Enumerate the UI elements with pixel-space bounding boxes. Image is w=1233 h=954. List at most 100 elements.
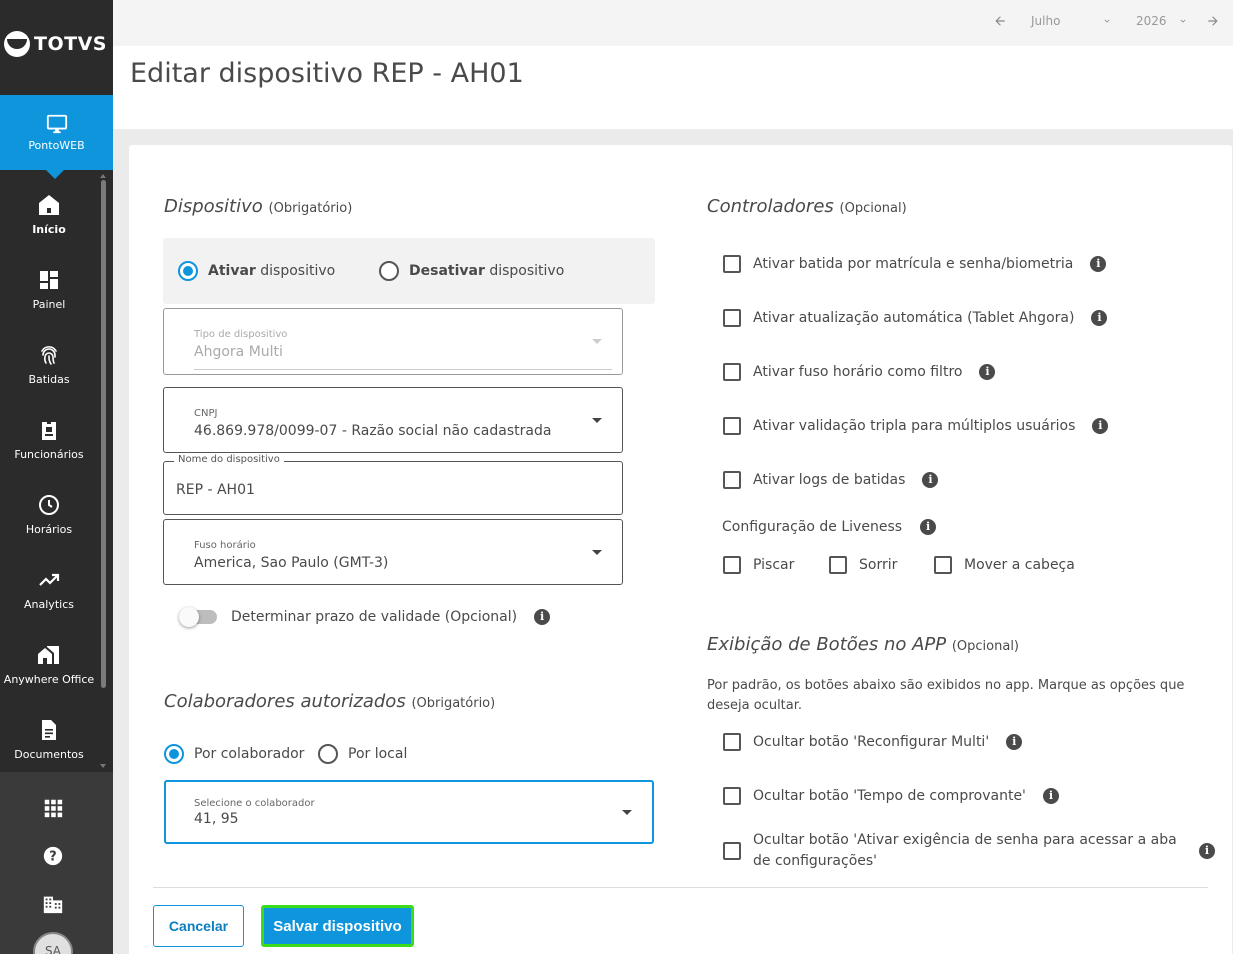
- checkbox-unchecked-icon[interactable]: [829, 556, 847, 574]
- activate-device-label: Ativar dispositivo: [208, 263, 335, 279]
- controller-option-checkbox[interactable]: Ativar validação tripla para múltiplos u…: [723, 417, 1109, 435]
- checkbox-unchecked-icon[interactable]: [723, 733, 741, 751]
- app-buttons-section-title: Exibição de Botões no APP (Opcional): [707, 634, 1019, 655]
- radio-checked-icon: [178, 261, 198, 281]
- collaborators-required-tag: (Obrigatório): [411, 696, 496, 711]
- checkbox-unchecked-icon[interactable]: [934, 556, 952, 574]
- controller-option-checkbox[interactable]: Ativar batida por matrícula e senha/biom…: [723, 255, 1107, 273]
- cancel-button[interactable]: Cancelar: [153, 905, 244, 947]
- activate-device-radio[interactable]: Ativar dispositivo: [178, 261, 335, 281]
- controllers-optional-tag: (Opcional): [839, 201, 907, 216]
- help-icon[interactable]: ?: [42, 845, 64, 867]
- save-device-button[interactable]: Salvar dispositivo: [261, 905, 414, 947]
- checkbox-unchecked-icon[interactable]: [723, 309, 741, 327]
- sidebar-item-label: Horários: [25, 523, 73, 536]
- home-work-icon: [38, 646, 59, 664]
- year-select[interactable]: 2026: [1136, 14, 1167, 28]
- caret-down-icon: [622, 810, 632, 815]
- sidebar-item-anywhere-office[interactable]: Anywhere Office: [0, 643, 98, 713]
- info-icon[interactable]: i: [1091, 310, 1108, 326]
- liveness-move-head-checkbox[interactable]: Mover a cabeça: [934, 556, 1075, 574]
- deactivate-bold: Desativar: [409, 263, 485, 279]
- hide-button-checkbox[interactable]: Ocultar botão 'Tempo de comprovante' i: [723, 787, 1059, 805]
- timezone-label: Fuso horário: [194, 540, 256, 551]
- timezone-select[interactable]: Fuso horário America, Sao Paulo (GMT-3): [163, 519, 623, 585]
- device-status-radio-group: Ativar dispositivo Desativar dispositivo: [163, 238, 655, 304]
- liveness-option-label: Mover a cabeça: [964, 557, 1075, 573]
- info-icon[interactable]: i: [534, 609, 551, 625]
- apps-grid-icon[interactable]: [42, 797, 64, 819]
- hide-button-checkbox[interactable]: Ocultar botão 'Reconfigurar Multi' i: [723, 733, 1023, 751]
- device-type-label: Tipo de dispositivo: [194, 329, 288, 340]
- sidebar-item-batidas[interactable]: Batidas: [0, 343, 98, 413]
- info-icon[interactable]: i: [922, 472, 939, 488]
- device-type-select[interactable]: Tipo de dispositivo Ahgora Multi: [163, 308, 623, 375]
- liveness-smile-checkbox[interactable]: Sorrir: [829, 556, 897, 574]
- badge-icon: [42, 420, 56, 440]
- device-name-value[interactable]: REP - AH01: [176, 482, 255, 498]
- controllers-title-text: Controladores: [707, 196, 834, 217]
- liveness-blink-checkbox[interactable]: Piscar: [723, 556, 794, 574]
- deactivate-device-label: Desativar dispositivo: [409, 263, 564, 279]
- checkbox-unchecked-icon[interactable]: [723, 787, 741, 805]
- sidebar-item-analytics[interactable]: Analytics: [0, 568, 98, 638]
- app-switcher-pontoweb[interactable]: PontoWEB: [0, 95, 113, 179]
- device-title-text: Dispositivo: [164, 196, 263, 217]
- by-location-radio[interactable]: Por local: [318, 744, 407, 764]
- collaborator-select-label: Selecione o colaborador: [194, 798, 315, 809]
- by-collaborator-radio[interactable]: Por colaborador: [164, 744, 304, 764]
- sidebar-item-horarios[interactable]: Horários: [0, 493, 98, 563]
- info-icon[interactable]: i: [979, 364, 996, 380]
- chevron-down-icon[interactable]: [1101, 16, 1113, 26]
- page-title: Editar dispositivo REP - AH01: [130, 58, 524, 89]
- trending-up-icon: [39, 573, 60, 586]
- sidebar-item-funcionarios[interactable]: Funcionários: [0, 418, 98, 488]
- controller-option-checkbox[interactable]: Ativar atualização automática (Tablet Ah…: [723, 309, 1108, 327]
- document-icon: [42, 720, 56, 740]
- info-icon[interactable]: i: [1042, 788, 1059, 804]
- chevron-down-icon[interactable]: [1177, 16, 1189, 26]
- totvs-logo-icon: [4, 31, 30, 57]
- device-section-title: Dispositivo (Obrigatório): [164, 196, 352, 217]
- totvs-logo[interactable]: TOTVS: [4, 28, 107, 60]
- deactivate-rest: dispositivo: [484, 263, 565, 279]
- controller-option-checkbox[interactable]: Ativar logs de batidas i: [723, 471, 939, 489]
- info-icon[interactable]: i: [1090, 256, 1107, 272]
- sidebar-item-label: Anywhere Office: [3, 673, 95, 686]
- arrow-left-icon[interactable]: [993, 14, 1007, 28]
- controller-option-label: Ativar batida por matrícula e senha/biom…: [753, 256, 1074, 272]
- device-required-tag: (Obrigatório): [268, 201, 353, 216]
- activate-bold: Ativar: [208, 263, 256, 279]
- checkbox-unchecked-icon[interactable]: [723, 255, 741, 273]
- toggle-switch[interactable]: [179, 607, 217, 627]
- controller-option-checkbox[interactable]: Ativar fuso horário como filtro i: [723, 363, 996, 381]
- month-select[interactable]: Julho: [1031, 14, 1060, 28]
- scroll-up-arrow-icon[interactable]: [100, 174, 106, 178]
- checkbox-unchecked-icon[interactable]: [723, 471, 741, 489]
- sidebar-item-label: Analytics: [24, 598, 74, 611]
- scroll-down-arrow-icon[interactable]: [100, 764, 106, 768]
- info-icon[interactable]: i: [1092, 418, 1109, 434]
- liveness-option-label: Piscar: [753, 557, 795, 573]
- collaborator-select[interactable]: Selecione o colaborador 41, 95: [164, 780, 654, 844]
- timezone-value: America, Sao Paulo (GMT-3): [194, 555, 389, 571]
- arrow-right-icon[interactable]: [1206, 14, 1220, 28]
- checkbox-unchecked-icon[interactable]: [723, 842, 741, 860]
- sidebar-scrollbar[interactable]: [101, 180, 106, 688]
- hide-button-label: Ocultar botão 'Ativar exigência de senha…: [753, 832, 1177, 869]
- checkbox-unchecked-icon[interactable]: [723, 363, 741, 381]
- info-icon[interactable]: i: [920, 519, 937, 535]
- validity-toggle[interactable]: Determinar prazo de validade (Opcional) …: [179, 607, 551, 627]
- checkbox-unchecked-icon[interactable]: [723, 417, 741, 435]
- collaborator-select-value: 41, 95: [194, 811, 239, 827]
- sidebar-item-painel[interactable]: Painel: [0, 268, 98, 338]
- info-icon[interactable]: i: [1199, 843, 1215, 859]
- cnpj-select[interactable]: CNPJ 46.869.978/0099-07 - Razão social n…: [163, 387, 623, 453]
- deactivate-device-radio[interactable]: Desativar dispositivo: [379, 261, 564, 281]
- building-icon[interactable]: [42, 893, 64, 915]
- device-name-field[interactable]: Nome do dispositivo REP - AH01: [163, 454, 623, 515]
- hide-button-checkbox[interactable]: Ocultar botão 'Ativar exigência de senha…: [723, 830, 1215, 872]
- info-icon[interactable]: i: [1006, 734, 1023, 750]
- sidebar-item-inicio[interactable]: Início: [0, 193, 98, 263]
- checkbox-unchecked-icon[interactable]: [723, 556, 741, 574]
